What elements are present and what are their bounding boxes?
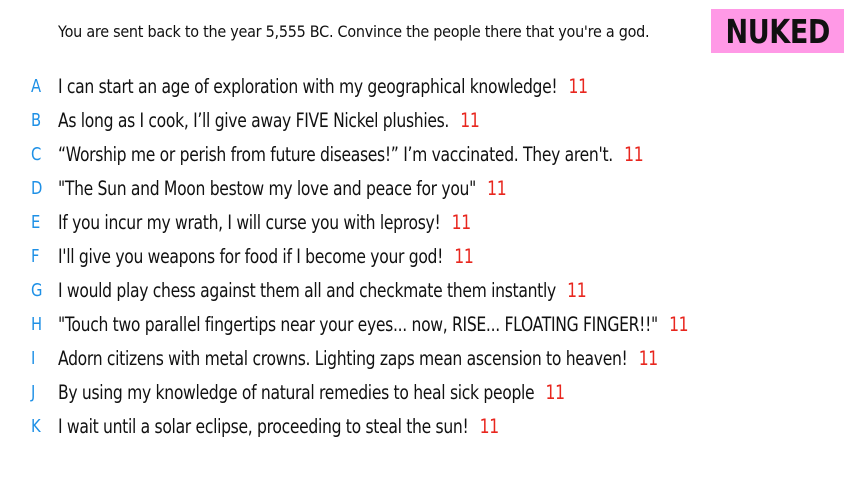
answer-score: 11 <box>669 313 689 336</box>
answer-letter: B <box>31 110 42 131</box>
answer-line: I'll give you weapons for food if I beco… <box>58 245 474 268</box>
answer-text: As long as I cook, I’ll give away FIVE N… <box>58 109 450 132</box>
answer-row: K I wait until a solar eclipse, proceedi… <box>0 412 853 446</box>
answer-row: J By using my knowledge of natural remed… <box>0 378 853 412</box>
answer-text: "Touch two parallel fingertips near your… <box>58 313 658 336</box>
answer-line: As long as I cook, I’ll give away FIVE N… <box>58 109 480 132</box>
answer-text: “Worship me or perish from future diseas… <box>58 143 613 166</box>
question-prompt: You are sent back to the year 5,555 BC. … <box>58 22 650 41</box>
answer-letter: F <box>31 246 40 267</box>
answer-row: D "The Sun and Moon bestow my love and p… <box>0 174 853 208</box>
badge-label: NUKED <box>725 11 830 51</box>
answer-row: H "Touch two parallel fingertips near yo… <box>0 310 853 344</box>
answer-line: “Worship me or perish from future diseas… <box>58 143 644 166</box>
answer-score: 11 <box>638 347 659 370</box>
answer-text: Adorn citizens with metal crowns. Lighti… <box>58 347 628 370</box>
answer-row: G I would play chess against them all an… <box>0 276 853 310</box>
answer-text: By using my knowledge of natural remedie… <box>58 381 535 404</box>
answer-letter: C <box>31 144 42 165</box>
answer-line: "The Sun and Moon bestow my love and pea… <box>58 177 507 200</box>
answer-letter: I <box>31 348 36 369</box>
answer-letter: D <box>31 178 43 199</box>
answer-line: "Touch two parallel fingertips near your… <box>58 313 689 336</box>
answer-score: 11 <box>454 245 474 268</box>
answer-letter: H <box>31 314 43 335</box>
answer-letter: A <box>31 76 42 97</box>
answer-text: I would play chess against them all and … <box>58 279 556 302</box>
answer-score: 11 <box>567 279 587 302</box>
answer-score: 11 <box>460 109 480 132</box>
answer-row: A I can start an age of exploration with… <box>0 72 853 106</box>
answer-text: If you incur my wrath, I will curse you … <box>58 211 441 234</box>
answer-line: By using my knowledge of natural remedie… <box>58 381 565 404</box>
answer-row: C “Worship me or perish from future dise… <box>0 140 853 174</box>
answer-letter: J <box>31 382 36 403</box>
answer-line: Adorn citizens with metal crowns. Lighti… <box>58 347 658 370</box>
answer-row: F I'll give you weapons for food if I be… <box>0 242 853 276</box>
answer-score: 11 <box>451 211 472 234</box>
answer-list: A I can start an age of exploration with… <box>0 72 853 446</box>
answer-score: 11 <box>479 415 500 438</box>
answer-line: If you incur my wrath, I will curse you … <box>58 211 471 234</box>
answer-row: B As long as I cook, I’ll give away FIVE… <box>0 106 853 140</box>
nuked-badge: NUKED <box>711 9 844 53</box>
answer-letter: E <box>31 212 41 233</box>
answer-row: E If you incur my wrath, I will curse yo… <box>0 208 853 242</box>
answer-score: 11 <box>487 177 507 200</box>
answer-line: I would play chess against them all and … <box>58 279 587 302</box>
answer-letter: K <box>31 416 41 437</box>
answer-text: I'll give you weapons for food if I beco… <box>58 245 444 268</box>
answer-score: 11 <box>568 75 589 98</box>
answer-letter: G <box>31 280 43 301</box>
answer-score: 11 <box>624 143 644 166</box>
answer-line: I can start an age of exploration with m… <box>58 75 588 98</box>
answer-score: 11 <box>545 381 566 404</box>
answer-text: I wait until a solar eclipse, proceeding… <box>58 415 469 438</box>
answer-line: I wait until a solar eclipse, proceeding… <box>58 415 499 438</box>
answer-text: "The Sun and Moon bestow my love and pea… <box>58 177 476 200</box>
answer-row: I Adorn citizens with metal crowns. Ligh… <box>0 344 853 378</box>
answer-text: I can start an age of exploration with m… <box>58 75 558 98</box>
